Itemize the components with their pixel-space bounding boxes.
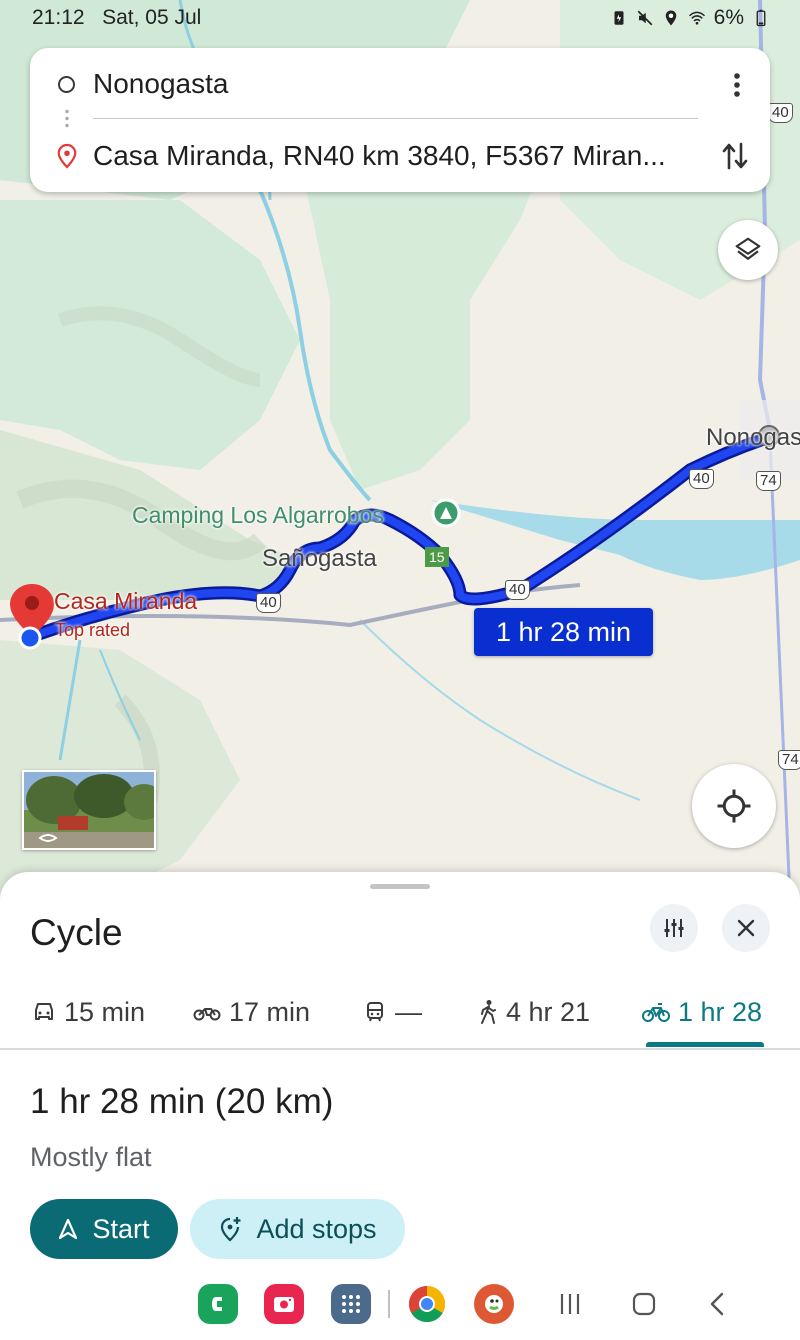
tab-walk-label: 4 hr 21 — [506, 996, 591, 1027]
duckduckgo-app-icon[interactable] — [474, 1284, 514, 1324]
status-date: Sat, 05 Jul — [102, 6, 202, 29]
selected-tab-indicator — [646, 1042, 764, 1047]
search-divider — [93, 118, 698, 119]
close-icon — [737, 919, 755, 937]
battery-icon — [756, 9, 766, 27]
phone-app-icon[interactable] — [198, 1284, 238, 1324]
tune-icon — [664, 919, 684, 937]
car-icon — [35, 1003, 53, 1020]
origin-field[interactable]: Nonogasta — [93, 68, 228, 100]
home-icon[interactable] — [630, 1290, 658, 1318]
travel-mode-title: Cycle — [30, 912, 123, 953]
my-location-button[interactable] — [692, 764, 776, 848]
grid-icon — [342, 1295, 360, 1313]
recent-apps-icon[interactable] — [556, 1290, 584, 1318]
destination-pin-icon — [57, 143, 77, 169]
status-time: 21:12 — [32, 6, 85, 29]
app-drawer-icon[interactable] — [331, 1284, 371, 1324]
transit-icon — [367, 1002, 383, 1022]
start-button[interactable]: Start — [30, 1199, 178, 1259]
origin-row[interactable]: Nonogasta — [30, 54, 770, 114]
close-button[interactable] — [722, 904, 770, 952]
add-stops-label: Add stops — [256, 1213, 377, 1244]
camera-app-icon[interactable] — [264, 1284, 304, 1324]
route-summary: 1 hr 28 min (20 km) — [30, 1082, 334, 1121]
crosshair-icon — [717, 789, 751, 823]
motorbike-icon — [193, 1008, 221, 1021]
destination-row[interactable]: Casa Miranda, RN40 km 3840, F5367 Miran.… — [30, 126, 770, 186]
destination-tag: Top rated — [55, 620, 131, 640]
route-shield-74: 74 — [778, 750, 800, 770]
route-shield-40: 40 — [256, 593, 281, 613]
tab-cycle[interactable]: 1 hr 28 — [642, 992, 762, 1032]
more-options-icon[interactable] — [726, 70, 748, 100]
route-shield-40: 40 — [768, 103, 793, 123]
navigation-arrow-icon — [59, 1218, 78, 1240]
route-shield-40: 40 — [505, 580, 530, 600]
add-location-icon — [221, 1217, 241, 1242]
tab-motorbike-label: 17 min — [229, 996, 311, 1027]
chrome-logo-icon — [408, 1286, 446, 1323]
route-shield-15: 15 — [425, 547, 449, 567]
camera-glyph-icon — [274, 1297, 294, 1312]
walk-icon — [481, 1000, 496, 1024]
route-shield-74: 74 — [756, 471, 781, 491]
tab-transit[interactable]: — — [363, 992, 422, 1032]
travel-mode-tabs: 15 min 17 min — 4 hr 21 1 hr 28 — [0, 980, 800, 1050]
duck-icon — [485, 1295, 503, 1313]
status-bar: 21:12 Sat, 05 Jul 6% — [0, 0, 800, 36]
dock-divider — [388, 1290, 390, 1318]
location-icon — [665, 10, 676, 26]
back-icon[interactable] — [704, 1290, 732, 1318]
tab-drive-label: 15 min — [64, 996, 146, 1027]
camping-label[interactable]: Camping Los Algarrobos — [132, 502, 384, 529]
bike-icon — [642, 1003, 670, 1022]
street-view-thumbnail[interactable] — [22, 770, 156, 850]
destination-label[interactable]: Casa Miranda — [54, 588, 197, 615]
tab-motorbike[interactable]: 17 min — [193, 992, 310, 1032]
tab-transit-label: — — [395, 996, 422, 1027]
add-stops-button[interactable]: Add stops — [190, 1199, 405, 1259]
route-shield-40: 40 — [689, 469, 714, 489]
mute-icon — [637, 10, 652, 26]
tab-drive[interactable]: 15 min — [32, 992, 145, 1032]
elevation-summary: Mostly flat — [30, 1142, 152, 1172]
start-button-label: Start — [92, 1213, 150, 1244]
town-label-nonogasta: Nonogas — [706, 424, 800, 451]
tab-cycle-label: 1 hr 28 — [678, 996, 763, 1027]
street-view-image — [24, 772, 154, 848]
battery-percent: 6% — [713, 6, 744, 29]
navigation-bar — [0, 1276, 800, 1336]
directions-bottom-sheet: Cycle 15 min 17 min — 4 hr 21 1 hr 28 1 … — [0, 872, 800, 1340]
battery-saver-icon — [614, 11, 624, 25]
layers-button[interactable] — [718, 220, 778, 280]
tabs-divider — [0, 1048, 800, 1050]
wifi-icon — [688, 11, 705, 25]
chrome-app-icon[interactable] — [407, 1284, 447, 1324]
town-label-sanogasta: Sañogasta — [262, 545, 377, 572]
destination-field[interactable]: Casa Miranda, RN40 km 3840, F5367 Miran.… — [93, 140, 666, 172]
tab-walk[interactable]: 4 hr 21 — [478, 992, 590, 1032]
route-duration-chip[interactable]: 1 hr 28 min — [474, 608, 653, 656]
swap-directions-icon[interactable] — [720, 140, 750, 172]
origin-circle-icon — [58, 75, 75, 93]
sheet-drag-handle[interactable] — [370, 884, 430, 889]
phone-glyph-icon — [212, 1297, 222, 1311]
layers-icon — [735, 237, 761, 260]
route-options-button[interactable] — [650, 904, 698, 952]
directions-search-card: Nonogasta Casa Miranda, RN40 km 3840, F5… — [30, 48, 770, 192]
